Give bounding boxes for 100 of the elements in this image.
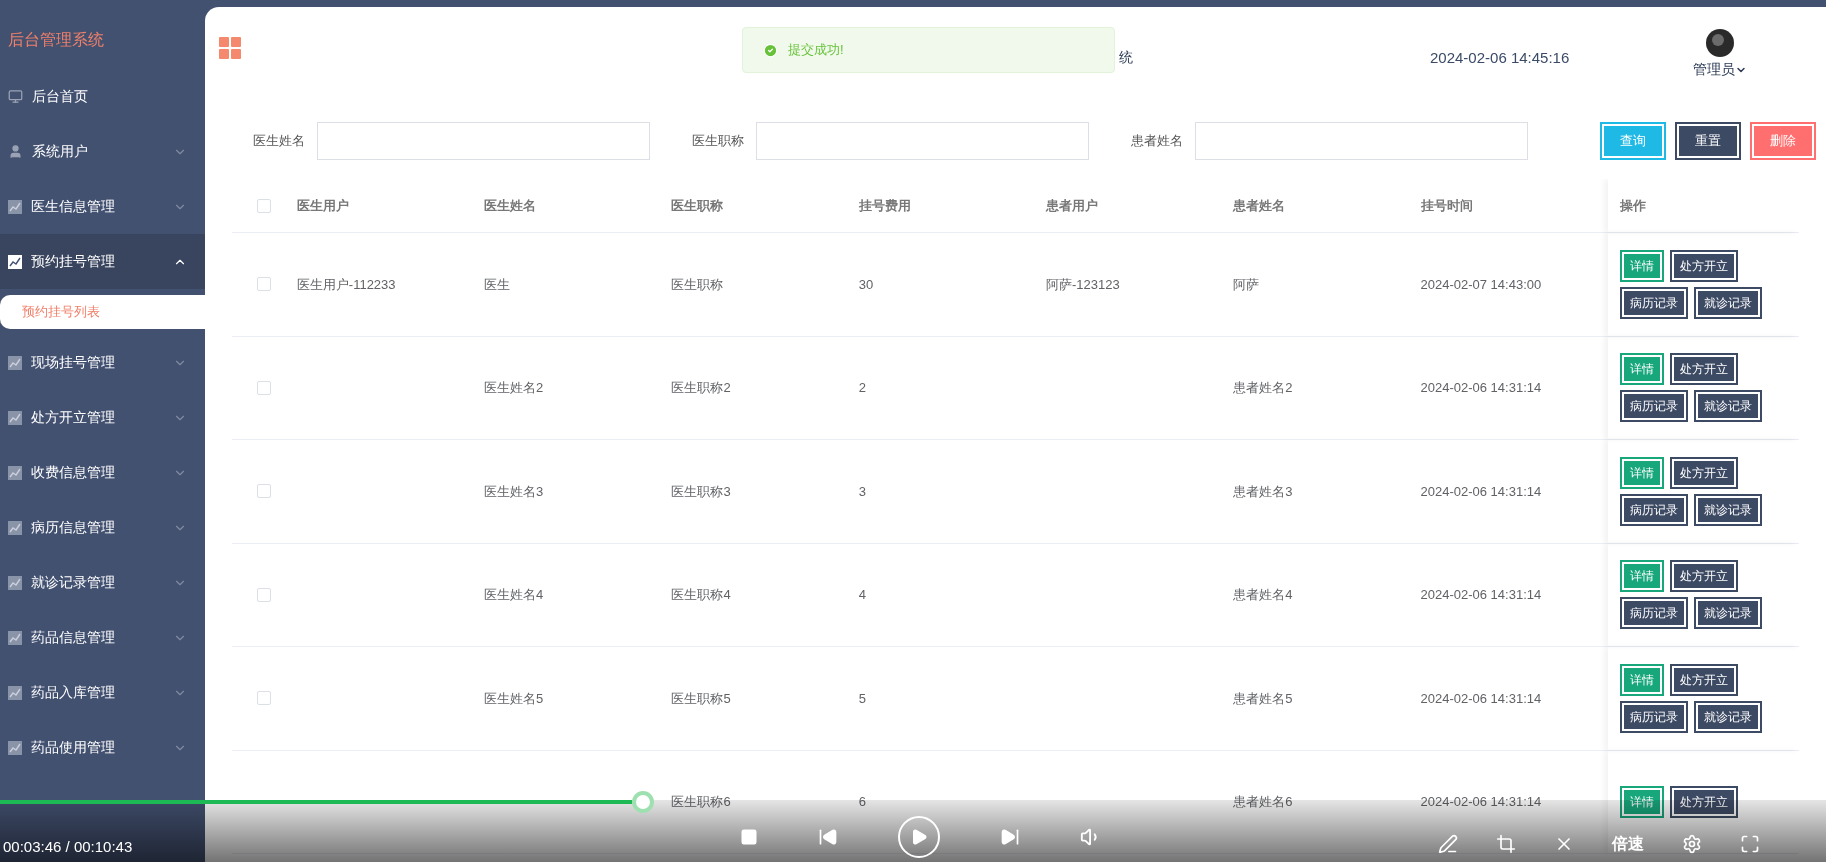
checkbox[interactable] bbox=[257, 587, 272, 602]
user-icon bbox=[8, 144, 23, 159]
success-icon bbox=[763, 42, 778, 58]
table-cell: 医生职称3 bbox=[671, 483, 731, 499]
action-button[interactable]: 就诊记录 bbox=[1695, 288, 1760, 317]
chart-icon bbox=[8, 254, 22, 269]
action-button[interactable]: 处方开立 bbox=[1671, 665, 1736, 694]
filter-input[interactable] bbox=[317, 122, 650, 160]
app-title: 后台管理系统 bbox=[7, 30, 105, 50]
table-cell: 患者姓名6 bbox=[1233, 794, 1293, 809]
action-button[interactable]: 就诊记录 bbox=[1695, 599, 1760, 628]
next-icon[interactable] bbox=[1000, 827, 1020, 847]
user-menu[interactable]: 管理员 bbox=[1693, 59, 1747, 80]
previous-icon[interactable] bbox=[818, 827, 838, 847]
sidebar-item[interactable]: 药品入库管理 bbox=[0, 665, 205, 720]
sidebar-item[interactable]: 药品使用管理 bbox=[0, 720, 205, 775]
filter-button[interactable]: 重置 bbox=[1677, 124, 1739, 158]
table-cell: 医生姓名2 bbox=[484, 380, 544, 395]
table-cell: 医生姓名5 bbox=[484, 690, 544, 706]
table-cell: 患者姓名5 bbox=[1233, 690, 1293, 706]
table-cell: 2 bbox=[858, 380, 866, 395]
column-header: 医生职称 bbox=[671, 197, 724, 213]
action-button[interactable]: 处方开立 bbox=[1671, 355, 1736, 384]
action-button[interactable]: 病历记录 bbox=[1621, 288, 1686, 317]
header-title: 统 bbox=[1119, 48, 1133, 67]
column-header: 挂号费用 bbox=[858, 197, 911, 213]
table-cell: 患者姓名4 bbox=[1233, 587, 1293, 602]
action-button[interactable]: 就诊记录 bbox=[1695, 702, 1760, 731]
action-button[interactable]: 就诊记录 bbox=[1695, 495, 1760, 524]
table-cell: 医生职称5 bbox=[671, 690, 731, 706]
checkbox[interactable] bbox=[257, 277, 272, 292]
table-cell: 2024-02-06 14:31:14 bbox=[1420, 483, 1542, 499]
checkbox[interactable] bbox=[257, 380, 272, 395]
table-cell: 30 bbox=[858, 276, 874, 292]
sidebar-item[interactable]: 系统用户 bbox=[0, 124, 205, 179]
sidebar-item[interactable]: 病历信息管理 bbox=[0, 500, 205, 555]
fullscreen-icon[interactable] bbox=[1740, 834, 1760, 854]
action-button[interactable]: 病历记录 bbox=[1621, 599, 1686, 628]
toast-message: 提交成功! bbox=[788, 41, 844, 60]
filter-input[interactable] bbox=[1195, 122, 1528, 160]
action-button[interactable]: 处方开立 bbox=[1671, 787, 1736, 816]
sidebar-item[interactable]: 医生信息管理 bbox=[0, 179, 205, 234]
play-button[interactable] bbox=[898, 816, 940, 858]
checkbox[interactable] bbox=[257, 691, 272, 706]
action-button[interactable]: 就诊记录 bbox=[1695, 392, 1760, 421]
table-cell: 5 bbox=[858, 690, 866, 706]
column-header: 患者用户 bbox=[1045, 197, 1098, 213]
sidebar-item[interactable]: 收费信息管理 bbox=[0, 445, 205, 500]
table-cell: 2024-02-06 14:31:14 bbox=[1420, 380, 1542, 395]
table-cell: 医生姓名4 bbox=[484, 587, 544, 602]
sidebar-item[interactable]: 后台首页 bbox=[0, 69, 205, 124]
action-button[interactable]: 处方开立 bbox=[1671, 251, 1736, 280]
action-button[interactable]: 病历记录 bbox=[1621, 392, 1686, 421]
column-header: 患者姓名 bbox=[1233, 197, 1286, 213]
table-cell: 2024-02-06 14:31:14 bbox=[1420, 690, 1542, 706]
column-header: 医生用户 bbox=[296, 197, 349, 213]
table-cell: 6 bbox=[858, 794, 866, 809]
crop-icon[interactable] bbox=[1496, 834, 1516, 854]
chart-icon bbox=[8, 465, 22, 480]
action-button[interactable]: 处方开立 bbox=[1671, 458, 1736, 487]
chart-icon bbox=[8, 630, 22, 645]
sidebar-item[interactable]: 处方开立管理 bbox=[0, 390, 205, 445]
monitor-icon bbox=[8, 89, 23, 104]
playback-time: 00:03:46 / 00:10:43 bbox=[3, 836, 133, 857]
settings-icon[interactable] bbox=[1682, 834, 1702, 854]
table-cell: 4 bbox=[858, 587, 866, 602]
table-cell: 阿萨-123123 bbox=[1045, 276, 1120, 292]
chart-icon bbox=[8, 520, 22, 535]
checkbox[interactable] bbox=[257, 484, 272, 499]
progress-fill[interactable] bbox=[0, 800, 632, 804]
action-button[interactable]: 病历记录 bbox=[1621, 702, 1686, 731]
filter-input[interactable] bbox=[756, 122, 1089, 160]
avatar bbox=[1706, 29, 1734, 57]
action-button[interactable]: 处方开立 bbox=[1671, 562, 1736, 591]
grid-icon bbox=[219, 37, 241, 59]
table-cell: 3 bbox=[858, 483, 866, 499]
chart-icon bbox=[8, 575, 22, 590]
sidebar-item[interactable]: 预约挂号管理 bbox=[0, 234, 205, 289]
filter-label: 患者姓名 bbox=[1131, 132, 1183, 151]
header-datetime: 2024-02-06 14:45:16 bbox=[1430, 48, 1570, 68]
filter-label: 医生姓名 bbox=[253, 132, 305, 151]
column-header: 医生姓名 bbox=[484, 197, 537, 213]
table-cell: 患者姓名2 bbox=[1233, 380, 1293, 395]
table-cell: 医生职称4 bbox=[671, 587, 731, 602]
action-button[interactable]: 病历记录 bbox=[1621, 495, 1686, 524]
table-cell: 医生用户-112233 bbox=[296, 276, 396, 292]
sidebar-item[interactable]: 就诊记录管理 bbox=[0, 555, 205, 610]
pen-icon[interactable] bbox=[1438, 834, 1458, 854]
column-header: 操作 bbox=[1619, 196, 1646, 215]
chart-icon bbox=[8, 199, 22, 214]
stop-icon[interactable] bbox=[740, 828, 758, 846]
play-icon bbox=[910, 828, 928, 846]
filter-label: 医生职称 bbox=[692, 132, 744, 151]
table-cell: 患者姓名3 bbox=[1233, 483, 1293, 499]
chart-icon bbox=[8, 685, 22, 700]
chart-icon bbox=[8, 740, 22, 755]
table-cell: 2024-02-06 14:31:14 bbox=[1420, 794, 1542, 809]
sidebar-item[interactable]: 药品信息管理 bbox=[0, 610, 205, 665]
sidebar-item[interactable]: 现场挂号管理 bbox=[0, 335, 205, 390]
checkbox[interactable] bbox=[257, 198, 272, 213]
